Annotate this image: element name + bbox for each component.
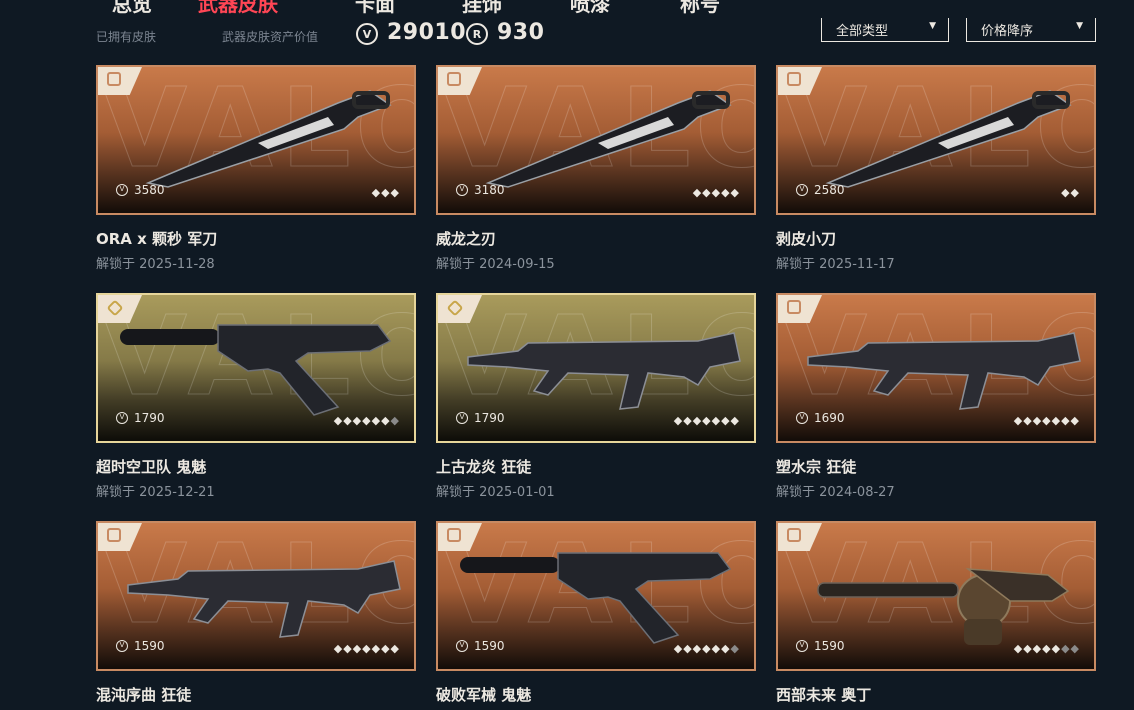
- skin-card[interactable]: VALOV1590◆◆◆◆◆◆◆西部未来 奥丁: [776, 521, 1096, 705]
- price-value: 1590: [134, 639, 165, 653]
- pistol-icon: [448, 539, 748, 649]
- unlock-date: 解锁于 2025-01-01: [436, 485, 555, 500]
- skin-name: 威龙之刃: [436, 230, 497, 248]
- rp-value: 930: [497, 20, 545, 45]
- valorant-points-icon: V: [116, 412, 128, 424]
- unlock-date: 解锁于 2024-09-15: [436, 257, 555, 272]
- skin-image[interactable]: VALOV1590◆◆◆◆◆◆◆: [436, 521, 756, 671]
- valorant-points-icon: V: [356, 23, 378, 45]
- skin-image[interactable]: VALOV1590◆◆◆◆◆◆◆: [96, 521, 416, 671]
- type-filter-label: 全部类型: [836, 24, 889, 39]
- price-value: 3180: [474, 183, 505, 197]
- skin-price: V 1590: [456, 639, 505, 653]
- sort-dropdown[interactable]: 价格降序 ▼: [966, 18, 1096, 42]
- knife-icon: [788, 83, 1088, 193]
- skin-card[interactable]: VALOV1590◆◆◆◆◆◆◆破败军械 鬼魅: [436, 521, 756, 705]
- knife-icon: [448, 83, 748, 193]
- skin-price: V 3580: [116, 183, 165, 197]
- unlock-date: 解锁于 2024-08-27: [776, 485, 895, 500]
- skin-image[interactable]: VALOV1790◆◆◆◆◆◆◆: [436, 293, 756, 443]
- price-value: 1690: [814, 411, 845, 425]
- rarity-stars: ◆◆◆◆◆◆◆: [1013, 414, 1080, 427]
- rifle-icon: [108, 539, 408, 649]
- valorant-points-icon: V: [116, 640, 128, 652]
- price-value: 2580: [814, 183, 845, 197]
- skin-name: 超时空卫队 鬼魅: [96, 458, 207, 476]
- skin-card[interactable]: VALOV1590◆◆◆◆◆◆◆混沌序曲 狂徒: [96, 521, 416, 705]
- rarity-stars: ◆◆: [1061, 186, 1080, 199]
- tab-weapon-skins[interactable]: 武器皮肤: [198, 0, 278, 17]
- rarity-stars: ◆◆◆◆◆◆◆: [333, 642, 400, 655]
- rarity-stars: ◆◆◆◆◆◆◆: [1013, 642, 1080, 655]
- price-value: 1790: [474, 411, 505, 425]
- top-nav: 总览 武器皮肤 卡面 挂饰 喷漆 称号: [0, 0, 1134, 16]
- skin-card[interactable]: VALOV1790◆◆◆◆◆◆◆超时空卫队 鬼魅解锁于 2025-12-21: [96, 293, 416, 500]
- skin-name: 塑水宗 狂徒: [776, 458, 857, 476]
- tab-overview[interactable]: 总览: [112, 0, 152, 17]
- skin-price: V 1590: [796, 639, 845, 653]
- chevron-down-icon: ▼: [929, 21, 936, 31]
- skin-image[interactable]: VALOV2580◆◆: [776, 65, 1096, 215]
- minigun-icon: [788, 539, 1088, 649]
- skin-price: V 1790: [116, 411, 165, 425]
- valorant-points-icon: V: [796, 640, 808, 652]
- rifle-icon: [788, 311, 1088, 421]
- valorant-points-icon: V: [116, 184, 128, 196]
- asset-value-label: 武器皮肤资产价值: [222, 30, 319, 44]
- skin-name: 西部未来 奥丁: [776, 686, 872, 704]
- unlock-date: 解锁于 2025-12-21: [96, 485, 215, 500]
- skin-image[interactable]: VALOV3580◆◆◆: [96, 65, 416, 215]
- skin-name: 破败军械 鬼魅: [436, 686, 532, 704]
- skin-name: 剥皮小刀: [776, 230, 837, 248]
- rarity-stars: ◆◆◆◆◆: [692, 186, 740, 199]
- skin-image[interactable]: VALOV1590◆◆◆◆◆◆◆: [776, 521, 1096, 671]
- rarity-stars: ◆◆◆◆◆◆◆: [673, 414, 740, 427]
- skin-price: V 1590: [116, 639, 165, 653]
- skin-card[interactable]: VALOV1790◆◆◆◆◆◆◆上古龙炎 狂徒解锁于 2025-01-01: [436, 293, 756, 500]
- owned-skins-label: 已拥有皮肤: [96, 30, 157, 44]
- valorant-points-icon: V: [796, 412, 808, 424]
- skin-card[interactable]: VALOV3180◆◆◆◆◆威龙之刃解锁于 2024-09-15: [436, 65, 756, 272]
- skin-price: V 2580: [796, 183, 845, 197]
- unlock-date: 解锁于 2025-11-17: [776, 257, 895, 272]
- skin-card[interactable]: VALOV1690◆◆◆◆◆◆◆塑水宗 狂徒解锁于 2024-08-27: [776, 293, 1096, 500]
- rarity-stars: ◆◆◆◆◆◆◆: [673, 642, 740, 655]
- tab-cards[interactable]: 卡面: [355, 0, 395, 17]
- skin-name: 混沌序曲 狂徒: [96, 686, 192, 704]
- skin-name: 上古龙炎 狂徒: [436, 458, 532, 476]
- valorant-points-icon: V: [456, 184, 468, 196]
- price-value: 1590: [474, 639, 505, 653]
- type-filter-dropdown[interactable]: 全部类型 ▼: [821, 18, 949, 42]
- valorant-points-icon: V: [796, 184, 808, 196]
- rifle-icon: [448, 311, 748, 421]
- skin-image[interactable]: VALOV1690◆◆◆◆◆◆◆: [776, 293, 1096, 443]
- skin-price: V 1790: [456, 411, 505, 425]
- vp-value: 29010: [387, 20, 467, 45]
- unlock-date: 解锁于 2025-11-28: [96, 257, 215, 272]
- skin-image[interactable]: VALOV3180◆◆◆◆◆: [436, 65, 756, 215]
- skin-price: V 3180: [456, 183, 505, 197]
- sort-label: 价格降序: [981, 24, 1034, 39]
- rarity-stars: ◆◆◆: [371, 186, 400, 199]
- rarity-stars: ◆◆◆◆◆◆◆: [333, 414, 400, 427]
- radianite-points-icon: R: [466, 23, 488, 45]
- valorant-points-icon: V: [456, 412, 468, 424]
- tab-titles[interactable]: 称号: [680, 0, 720, 17]
- price-value: 1790: [134, 411, 165, 425]
- skin-card[interactable]: VALOV3580◆◆◆ORA x 颗秒 军刀解锁于 2025-11-28: [96, 65, 416, 272]
- price-value: 3580: [134, 183, 165, 197]
- skin-name: ORA x 颗秒 军刀: [96, 230, 218, 248]
- valorant-points-icon: V: [456, 640, 468, 652]
- skin-image[interactable]: VALOV1790◆◆◆◆◆◆◆: [96, 293, 416, 443]
- price-value: 1590: [814, 639, 845, 653]
- tab-sprays[interactable]: 喷漆: [570, 0, 610, 17]
- pistol-icon: [108, 311, 408, 421]
- tab-buddies[interactable]: 挂饰: [462, 0, 502, 17]
- stats-bar: 已拥有皮肤 武器皮肤资产价值 V 29010 R 930 全部类型 ▼ 价格降序…: [0, 18, 1134, 50]
- chevron-down-icon: ▼: [1076, 21, 1083, 31]
- skin-card[interactable]: VALOV2580◆◆剥皮小刀解锁于 2025-11-17: [776, 65, 1096, 272]
- knife-icon: [108, 83, 408, 193]
- skin-price: V 1690: [796, 411, 845, 425]
